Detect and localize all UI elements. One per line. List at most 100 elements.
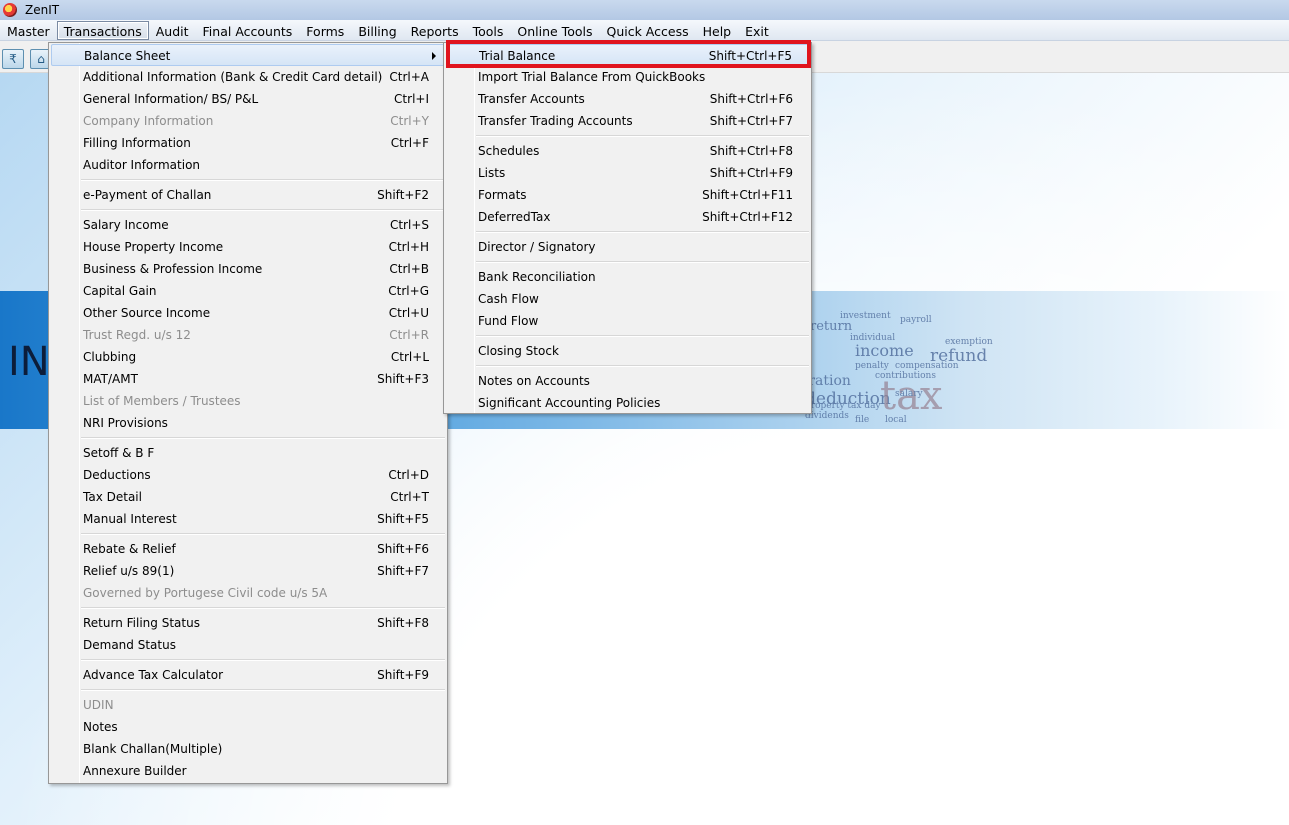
menu-item-shortcut: Shift+Ctrl+F11: [702, 188, 793, 202]
menu-item-label: Balance Sheet: [84, 49, 171, 63]
menu-item-label: Rebate & Relief: [83, 542, 176, 556]
menu-item-fund-flow[interactable]: Fund Flow: [446, 310, 809, 332]
menu-item-trust-regd-u-s-12: Trust Regd. u/s 12 Ctrl+R: [51, 324, 445, 346]
menu-item-label: Formats: [478, 188, 527, 202]
menu-item-mat-amt[interactable]: MAT/AMT Shift+F3: [51, 368, 445, 390]
menu-item-schedules[interactable]: Schedules Shift+Ctrl+F8: [446, 140, 809, 162]
menu-item-general-information-bs-p-l[interactable]: General Information/ BS/ P&L Ctrl+I: [51, 88, 445, 110]
menu-item-notes-on-accounts[interactable]: Notes on Accounts: [446, 370, 809, 392]
menu-item-transfer-trading-accounts[interactable]: Transfer Trading Accounts Shift+Ctrl+F7: [446, 110, 809, 132]
word-cloud-word: income: [855, 341, 914, 360]
menu-separator: [81, 209, 445, 211]
menu-item-auditor-information[interactable]: Auditor Information: [51, 154, 445, 176]
menu-item-label: Deductions: [83, 468, 151, 482]
menu-item-label: Company Information: [83, 114, 214, 128]
menu-item-label: Capital Gain: [83, 284, 157, 298]
menu-item-capital-gain[interactable]: Capital Gain Ctrl+G: [51, 280, 445, 302]
menu-item-shortcut: Ctrl+S: [389, 218, 429, 232]
menu-audit[interactable]: Audit: [149, 21, 196, 40]
menu-item-label: Relief u/s 89(1): [83, 564, 175, 578]
menu-transactions[interactable]: Transactions: [56, 20, 149, 40]
menu-help[interactable]: Help: [696, 21, 739, 40]
menu-item-blank-challan-multiple[interactable]: Blank Challan(Multiple): [51, 738, 445, 760]
menu-item-shortcut: Ctrl+B: [389, 262, 429, 276]
menu-item-label: Other Source Income: [83, 306, 211, 320]
menu-item-label: Schedules: [478, 144, 540, 158]
menu-item-relief-u-s-89-1[interactable]: Relief u/s 89(1) Shift+F7: [51, 560, 445, 582]
menu-billing[interactable]: Billing: [351, 21, 403, 40]
menu-item-label: Blank Challan(Multiple): [83, 742, 223, 756]
menu-item-annexure-builder[interactable]: Annexure Builder: [51, 760, 445, 782]
menu-forms[interactable]: Forms: [299, 21, 351, 40]
menu-item-label: Fund Flow: [478, 314, 539, 328]
menu-item-manual-interest[interactable]: Manual Interest Shift+F5: [51, 508, 445, 530]
menu-item-formats[interactable]: Formats Shift+Ctrl+F11: [446, 184, 809, 206]
menu-item-transfer-accounts[interactable]: Transfer Accounts Shift+Ctrl+F6: [446, 88, 809, 110]
menu-item-label: e-Payment of Challan: [83, 188, 212, 202]
menu-item-additional-information-bank-credit-card-detail[interactable]: Additional Information (Bank & Credit Ca…: [51, 66, 445, 88]
menu-quick-access[interactable]: Quick Access: [599, 21, 695, 40]
word-cloud-word: individual: [850, 333, 896, 343]
menu-item-shortcut: Ctrl+F: [390, 136, 429, 150]
menu-item-notes[interactable]: Notes: [51, 716, 445, 738]
word-cloud-word: investment: [840, 311, 891, 321]
menu-item-salary-income[interactable]: Salary Income Ctrl+S: [51, 214, 445, 236]
menu-separator: [81, 533, 445, 535]
menu-item-label: Salary Income: [83, 218, 169, 232]
menu-item-label: Filling Information: [83, 136, 191, 150]
word-cloud-word: penalty: [855, 361, 889, 371]
menu-item-advance-tax-calculator[interactable]: Advance Tax Calculator Shift+F9: [51, 664, 445, 686]
menu-item-demand-status[interactable]: Demand Status: [51, 634, 445, 656]
menu-item-label: Transfer Accounts: [478, 92, 585, 106]
menu-item-label: List of Members / Trustees: [83, 394, 241, 408]
menu-item-bank-reconciliation[interactable]: Bank Reconciliation: [446, 266, 809, 288]
submenu-arrow-icon: [432, 52, 436, 60]
window-title: ZenIT: [25, 3, 60, 17]
menu-item-rebate-relief[interactable]: Rebate & Relief Shift+F6: [51, 538, 445, 560]
menu-item-clubbing[interactable]: Clubbing Ctrl+L: [51, 346, 445, 368]
menu-item-shortcut: Ctrl+H: [388, 240, 429, 254]
menu-separator: [81, 607, 445, 609]
menu-item-filling-information[interactable]: Filling Information Ctrl+F: [51, 132, 445, 154]
menu-item-label: Additional Information (Bank & Credit Ca…: [83, 70, 383, 84]
menu-item-deferredtax[interactable]: DeferredTax Shift+Ctrl+F12: [446, 206, 809, 228]
menu-item-udin: UDIN: [51, 694, 445, 716]
menu-item-nri-provisions[interactable]: NRI Provisions: [51, 412, 445, 434]
menu-exit[interactable]: Exit: [738, 21, 776, 40]
menu-item-lists[interactable]: Lists Shift+Ctrl+F9: [446, 162, 809, 184]
menu-separator: [476, 365, 809, 367]
menu-item-significant-accounting-policies[interactable]: Significant Accounting Policies: [446, 392, 809, 414]
menu-item-return-filing-status[interactable]: Return Filing Status Shift+F8: [51, 612, 445, 634]
menu-online-tools[interactable]: Online Tools: [510, 21, 599, 40]
menu-item-shortcut: Shift+Ctrl+F7: [709, 114, 793, 128]
menu-item-cash-flow[interactable]: Cash Flow: [446, 288, 809, 310]
rupee-document-icon[interactable]: ₹: [2, 49, 24, 69]
menu-item-closing-stock[interactable]: Closing Stock: [446, 340, 809, 362]
menu-item-e-payment-of-challan[interactable]: e-Payment of Challan Shift+F2: [51, 184, 445, 206]
menu-item-deductions[interactable]: Deductions Ctrl+D: [51, 464, 445, 486]
menu-final-accounts[interactable]: Final Accounts: [196, 21, 300, 40]
menu-item-import-trial-balance-from-quickbooks[interactable]: Import Trial Balance From QuickBooks: [446, 66, 809, 88]
menu-item-other-source-income[interactable]: Other Source Income Ctrl+U: [51, 302, 445, 324]
menu-separator: [81, 437, 445, 439]
menu-item-shortcut: Ctrl+L: [390, 350, 429, 364]
menu-tools[interactable]: Tools: [466, 21, 511, 40]
menu-separator: [476, 335, 809, 337]
menu-item-shortcut: Shift+F8: [377, 616, 429, 630]
menu-item-balance-sheet[interactable]: Balance Sheet: [51, 44, 445, 66]
menu-item-tax-detail[interactable]: Tax Detail Ctrl+T: [51, 486, 445, 508]
menu-item-business-profession-income[interactable]: Business & Profession Income Ctrl+B: [51, 258, 445, 280]
menu-item-shortcut: Shift+F3: [377, 372, 429, 386]
menu-item-director-signatory[interactable]: Director / Signatory: [446, 236, 809, 258]
menu-item-label: Director / Signatory: [478, 240, 596, 254]
menu-item-label: Import Trial Balance From QuickBooks: [478, 70, 706, 84]
menu-item-shortcut: Shift+F6: [377, 542, 429, 556]
menu-item-label: Demand Status: [83, 638, 176, 652]
menu-item-setoff-b-f[interactable]: Setoff & B F: [51, 442, 445, 464]
menu-item-house-property-income[interactable]: House Property Income Ctrl+H: [51, 236, 445, 258]
menu-master[interactable]: Master: [0, 21, 57, 40]
menu-reports[interactable]: Reports: [404, 21, 466, 40]
word-cloud-word: exemption: [945, 337, 993, 347]
menu-separator: [81, 689, 445, 691]
menu-item-label: Return Filing Status: [83, 616, 200, 630]
